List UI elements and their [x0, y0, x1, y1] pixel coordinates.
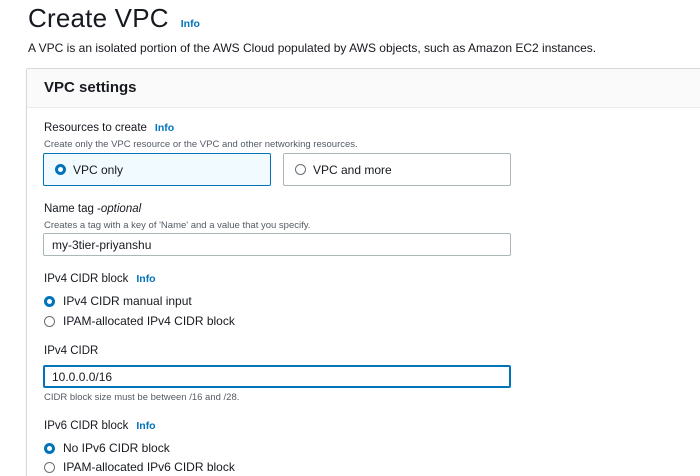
ipv6-block-label-text: IPv6 CIDR block	[44, 420, 129, 432]
radio-no-ipv6[interactable]: No IPv6 CIDR block	[44, 441, 170, 455]
name-tag-hint: Creates a tag with a key of 'Name' and a…	[44, 220, 311, 231]
radio-selected-icon	[44, 295, 55, 307]
radio-unselected-icon	[44, 315, 55, 327]
radio-ipv4-ipam[interactable]: IPAM-allocated IPv4 CIDR block	[44, 314, 235, 328]
tile-vpc-and-more[interactable]: VPC and more	[283, 153, 511, 186]
radio-ipv4-manual[interactable]: IPv4 CIDR manual input	[44, 294, 192, 308]
radio-ipv6-ipam-label: IPAM-allocated IPv6 CIDR block	[63, 460, 235, 474]
radio-ipv6-ipam[interactable]: IPAM-allocated IPv6 CIDR block	[44, 460, 235, 474]
name-tag-optional: optional	[100, 203, 142, 215]
name-tag-input[interactable]	[43, 233, 511, 256]
ipv6-block-label: IPv6 CIDR block Info	[44, 420, 156, 432]
resources-label: Resources to create Info	[44, 122, 174, 134]
page-header: Create VPC Info	[28, 3, 200, 34]
panel-header: VPC settings	[27, 69, 700, 108]
radio-ipv4-manual-label: IPv4 CIDR manual input	[63, 294, 192, 308]
ipv4-block-label-text: IPv4 CIDR block	[44, 273, 129, 285]
ipv6-block-info-link[interactable]: Info	[136, 420, 155, 432]
name-tag-label: Name tag - optional	[44, 203, 141, 215]
radio-selected-icon	[55, 164, 66, 175]
radio-unselected-icon	[44, 461, 55, 473]
radio-unselected-icon	[295, 164, 306, 175]
create-vpc-page: Create VPC Info A VPC is an isolated por…	[0, 0, 700, 476]
ipv4-cidr-hint: CIDR block size must be between /16 and …	[44, 392, 240, 403]
ipv4-block-label: IPv4 CIDR block Info	[44, 273, 156, 285]
page-description: A VPC is an isolated portion of the AWS …	[28, 41, 597, 55]
resources-info-link[interactable]: Info	[155, 122, 174, 134]
resources-label-text: Resources to create	[44, 122, 147, 134]
ipv4-cidr-label: IPv4 CIDR	[44, 345, 98, 357]
name-tag-label-text: Name tag -	[44, 203, 101, 215]
page-title: Create VPC	[28, 3, 169, 33]
radio-ipv4-ipam-label: IPAM-allocated IPv4 CIDR block	[63, 314, 235, 328]
ipv4-block-info-link[interactable]: Info	[136, 273, 155, 285]
panel-title: VPC settings	[44, 79, 137, 96]
tile-vpc-only[interactable]: VPC only	[43, 153, 271, 186]
tile-vpc-only-label: VPC only	[73, 162, 124, 177]
page-info-link[interactable]: Info	[181, 18, 200, 30]
radio-no-ipv6-label: No IPv6 CIDR block	[63, 441, 170, 455]
resources-hint: Create only the VPC resource or the VPC …	[44, 139, 358, 150]
radio-selected-icon	[44, 442, 55, 454]
ipv4-cidr-label-text: IPv4 CIDR	[44, 345, 99, 357]
tile-vpc-and-more-label: VPC and more	[313, 162, 392, 177]
ipv4-cidr-input[interactable]	[43, 365, 511, 388]
